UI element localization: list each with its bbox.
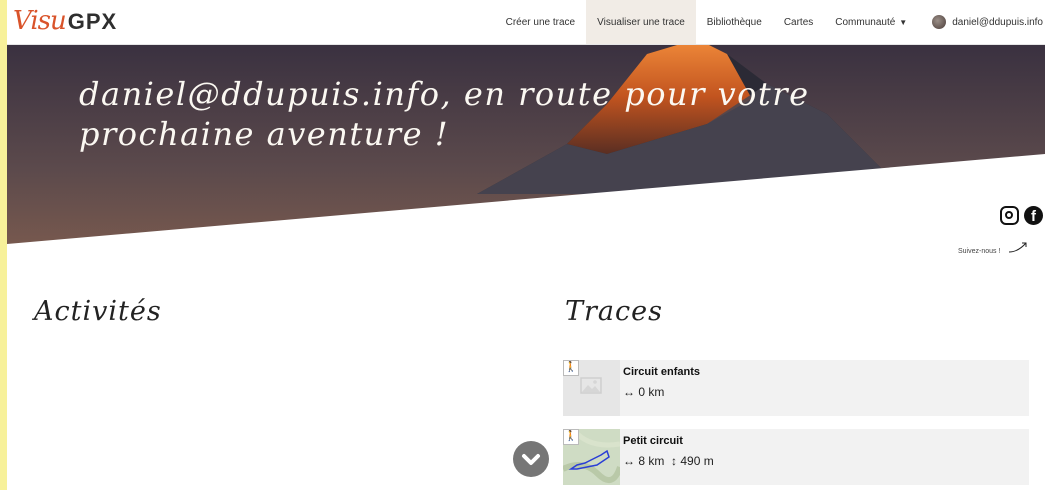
traces-title: Traces <box>565 296 663 327</box>
left-edge-strip <box>0 0 7 490</box>
hiker-icon: 🚶 <box>563 429 579 445</box>
nav-community-dropdown[interactable]: Communauté ▼ <box>824 0 918 44</box>
trace-distance: ↔ 0 km <box>623 385 665 399</box>
chevron-down-icon: ▼ <box>899 17 908 27</box>
hero-line-1: daniel@ddupuis.info, en route pour votre <box>79 75 810 113</box>
hero-banner: daniel@ddupuis.info, en route pour votre… <box>7 44 1045 254</box>
trace-elevation: ↕ 490 m <box>671 454 714 468</box>
scroll-down-button[interactable] <box>513 441 549 477</box>
avatar <box>932 15 947 29</box>
hero-heading: daniel@ddupuis.info, en route pour votre… <box>79 74 810 154</box>
trace-card[interactable]: 🚶 Circuit enfants ↔ 0 km <box>563 360 1029 416</box>
nav-user-menu[interactable]: daniel@ddupuis.info <box>918 0 1045 44</box>
trace-distance: ↔ 8 km <box>623 454 665 468</box>
navbar: VisuGPX Créer une trace Visualiser une t… <box>7 0 1045 45</box>
nav-user-email: daniel@ddupuis.info <box>952 16 1043 28</box>
hiker-icon: 🚶 <box>563 360 579 376</box>
app-logo[interactable]: VisuGPX <box>13 6 117 36</box>
social-links: f <box>1000 206 1043 225</box>
chevron-down-icon <box>522 454 540 465</box>
trace-name[interactable]: Petit circuit <box>623 435 683 447</box>
nav-create-trace[interactable]: Créer une trace <box>495 0 586 44</box>
nav-community-label: Communauté <box>835 16 896 28</box>
trace-map-thumbnail: 🚶 <box>563 429 620 485</box>
nav-maps[interactable]: Cartes <box>773 0 824 44</box>
hero-line-2: prochaine aventure ! <box>79 115 450 153</box>
activities-title: Activités <box>34 296 162 327</box>
nav-library[interactable]: Bibliothèque <box>696 0 773 44</box>
follow-us-text: Suivez-nous ! <box>958 248 1001 255</box>
logo-script: Visu <box>13 6 67 36</box>
nav-menu: Créer une trace Visualiser une trace Bib… <box>495 0 1045 44</box>
trace-thumbnail-placeholder: 🚶 <box>563 360 620 416</box>
instagram-icon[interactable] <box>1000 206 1019 225</box>
trace-stats: ↔ 8 km ↕ 490 m <box>623 454 714 468</box>
trace-card[interactable]: 🚶 Petit circuit ↔ 8 km ↕ 490 m <box>563 429 1029 485</box>
nav-view-trace[interactable]: Visualiser une trace <box>586 0 696 44</box>
facebook-icon[interactable]: f <box>1024 206 1043 225</box>
trace-name[interactable]: Circuit enfants <box>623 366 700 378</box>
curved-arrow-icon <box>1008 242 1027 253</box>
logo-gpx: GPX <box>67 9 118 34</box>
